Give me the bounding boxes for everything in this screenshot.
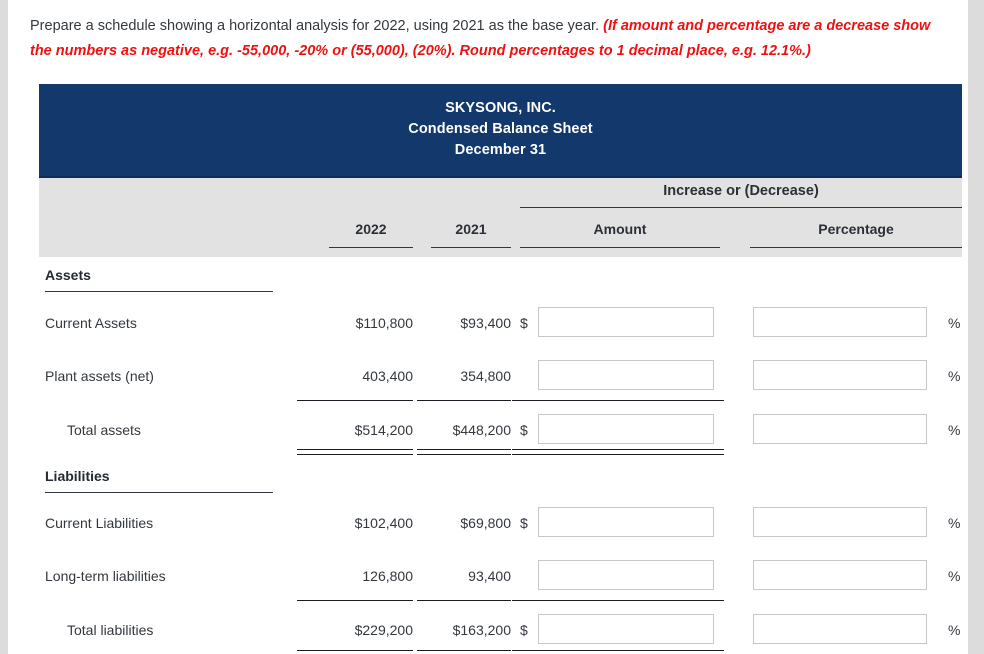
increase-decrease-rule: [520, 207, 962, 208]
column-header-2021-rule: [431, 247, 511, 248]
column-header-increase-decrease: Increase or (Decrease): [663, 183, 819, 199]
cell-total-assets-2021: $448,200: [452, 422, 511, 438]
subtotal-rule-2022-assets: [297, 400, 413, 401]
column-header-percentage-rule: [750, 247, 962, 248]
section-heading-assets: Assets: [45, 267, 91, 283]
cell-total-liabilities-2022: $229,200: [354, 622, 413, 638]
input-percentage-total-liabilities[interactable]: [753, 614, 927, 644]
row-label-total-assets: Total assets: [67, 422, 141, 438]
dollar-sign-total-liabilities: $: [520, 622, 528, 638]
worksheet-page: Prepare a schedule showing a horizontal …: [8, 0, 968, 654]
statement-date: December 31: [454, 142, 547, 158]
instruction-plain: Prepare a schedule showing a horizontal …: [30, 18, 604, 34]
cell-longterm-liabilities-2022: 126,800: [362, 568, 413, 584]
cell-longterm-liabilities-2021: 93,400: [468, 568, 511, 584]
subtotal-rule-amount-liabilities: [512, 600, 724, 601]
input-percentage-current-liabilities[interactable]: [753, 507, 927, 537]
statement-title-band: SKYSONG, INC. Condensed Balance Sheet De…: [39, 84, 962, 178]
total-rule-2021-liabilities: [417, 650, 511, 651]
column-header-2022-rule: [329, 247, 413, 248]
row-label-current-assets: Current Assets: [45, 315, 137, 331]
input-percentage-total-assets[interactable]: [753, 414, 927, 444]
column-header-percentage: Percentage: [818, 221, 894, 237]
column-header-2021: 2021: [455, 221, 487, 237]
percent-sign-total-assets: %: [948, 422, 961, 438]
cell-current-assets-2021: $93,400: [460, 315, 511, 331]
statement-title: Condensed Balance Sheet: [408, 121, 593, 137]
percent-sign-plant-assets: %: [948, 368, 961, 384]
company-name: SKYSONG, INC.: [445, 100, 556, 116]
input-amount-current-assets[interactable]: [538, 307, 714, 337]
percent-sign-total-liabilities: %: [948, 622, 961, 638]
percent-sign-longterm-liabilities: %: [948, 568, 961, 584]
input-amount-total-assets[interactable]: [538, 414, 714, 444]
cell-current-liabilities-2021: $69,800: [460, 515, 511, 531]
dollar-sign-total-assets: $: [520, 422, 528, 438]
input-amount-total-liabilities[interactable]: [538, 614, 714, 644]
cell-plant-assets-2021: 354,800: [460, 368, 511, 384]
balance-sheet-table: SKYSONG, INC. Condensed Balance Sheet De…: [39, 84, 962, 654]
dollar-sign-current-assets: $: [520, 315, 528, 331]
subtotal-rule-amount-assets: [512, 400, 724, 401]
column-header-band: Increase or (Decrease) 2022 2021 Amount …: [39, 178, 962, 257]
section-rule-liabilities: [45, 492, 273, 493]
row-label-longterm-liabilities: Long-term liabilities: [45, 568, 166, 584]
total-rule-amount-liabilities: [512, 650, 724, 651]
row-label-plant-assets: Plant assets (net): [45, 368, 154, 384]
subtotal-rule-2022-liabilities: [297, 600, 413, 601]
cell-current-assets-2022: $110,800: [355, 315, 413, 331]
section-heading-liabilities: Liabilities: [45, 468, 110, 484]
total-rule-2021-assets: [417, 449, 511, 455]
dollar-sign-current-liabilities: $: [520, 515, 528, 531]
row-label-current-liabilities: Current Liabilities: [45, 515, 154, 531]
cell-plant-assets-2022: 403,400: [362, 368, 413, 384]
total-rule-2022-assets: [297, 449, 413, 455]
percent-sign-current-liabilities: %: [948, 515, 961, 531]
cell-current-liabilities-2022: $102,400: [354, 515, 413, 531]
input-amount-plant-assets[interactable]: [538, 360, 714, 390]
section-rule-assets: [45, 291, 273, 292]
input-percentage-longterm-liabilities[interactable]: [753, 560, 927, 590]
column-header-2022: 2022: [355, 221, 387, 237]
row-label-total-liabilities: Total liabilities: [67, 622, 154, 638]
total-rule-amount-assets: [512, 449, 724, 455]
column-header-amount: Amount: [593, 221, 647, 237]
input-percentage-plant-assets[interactable]: [753, 360, 927, 390]
input-amount-longterm-liabilities[interactable]: [538, 560, 714, 590]
input-amount-current-liabilities[interactable]: [538, 507, 714, 537]
total-rule-2022-liabilities: [297, 650, 413, 651]
percent-sign-current-assets: %: [948, 315, 961, 331]
cell-total-liabilities-2021: $163,200: [452, 622, 511, 638]
subtotal-rule-2021-liabilities: [417, 600, 511, 601]
column-header-amount-rule: [520, 247, 720, 248]
table-body: Assets Current Assets $110,800 $93,400 $…: [39, 257, 962, 654]
cell-total-assets-2022: $514,200: [354, 422, 413, 438]
instruction-text: Prepare a schedule showing a horizontal …: [30, 14, 954, 64]
input-percentage-current-assets[interactable]: [753, 307, 927, 337]
subtotal-rule-2021-assets: [417, 400, 511, 401]
